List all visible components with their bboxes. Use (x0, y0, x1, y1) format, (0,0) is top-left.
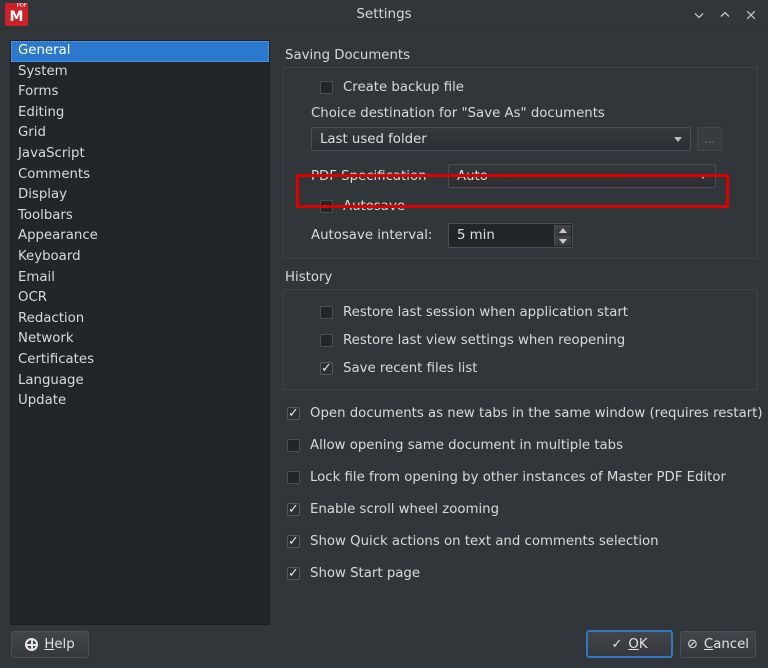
window-title: Settings (356, 6, 412, 22)
save-recent-files-label: Save recent files list (343, 361, 478, 376)
help-ring-icon (25, 638, 39, 651)
quick-actions-label: Show Quick actions on text and comments … (310, 534, 659, 549)
restore-last-session-label: Restore last session when application st… (343, 305, 629, 320)
scroll-wheel-zoom-checkbox[interactable] (287, 500, 300, 519)
lock-file-checkbox[interactable] (287, 471, 300, 484)
autosave-label: Autosave (343, 199, 405, 214)
pdf-specification-row: PDF Specification Auto (311, 164, 747, 188)
sidebar-item-comments[interactable]: Comments (11, 165, 269, 186)
scroll-wheel-zoom-row[interactable]: Enable scroll wheel zooming (287, 500, 758, 519)
close-icon[interactable] (738, 3, 764, 27)
sidebar-item-update[interactable]: Update (11, 391, 269, 412)
save-recent-files-checkbox[interactable] (320, 359, 333, 378)
cancel-circle-icon: ⊘ (687, 637, 698, 652)
sidebar-item-editing[interactable]: Editing (11, 103, 269, 124)
history-group: Restore last session when application st… (283, 289, 758, 390)
autosave-row[interactable]: Autosave (320, 199, 747, 214)
history-title: History (285, 270, 333, 285)
sidebar-item-language[interactable]: Language (11, 371, 269, 392)
general-settings-panel: Saving Documents Create backup file Choi… (283, 40, 763, 625)
sidebar-item-appearance[interactable]: Appearance (11, 226, 269, 247)
sidebar-item-javascript[interactable]: JavaScript (11, 144, 269, 165)
spinbox-down-icon[interactable] (555, 236, 571, 246)
lock-file-row[interactable]: Lock file from opening by other instance… (287, 470, 758, 485)
show-start-page-label: Show Start page (310, 566, 421, 581)
chevron-down-icon (699, 174, 707, 179)
spinbox-buttons[interactable] (554, 225, 571, 246)
sidebar-item-redaction[interactable]: Redaction (11, 309, 269, 330)
sidebar-item-forms[interactable]: Forms (11, 82, 269, 103)
title-bar: PDF M Settings (0, 0, 768, 29)
restore-last-view-label: Restore last view settings when reopenin… (343, 333, 626, 348)
settings-dialog: PDF M Settings General System Forms Edit… (0, 0, 768, 668)
create-backup-checkbox[interactable] (320, 81, 333, 94)
sidebar-item-display[interactable]: Display (11, 185, 269, 206)
open-docs-new-tabs-row[interactable]: Open documents as new tabs in the same w… (287, 404, 763, 423)
restore-last-view-row[interactable]: Restore last view settings when reopenin… (320, 333, 747, 348)
window-controls (686, 0, 764, 29)
sidebar-item-network[interactable]: Network (11, 329, 269, 350)
autosave-checkbox[interactable] (320, 200, 333, 213)
browse-button[interactable]: ... (697, 127, 722, 151)
scroll-wheel-zoom-label: Enable scroll wheel zooming (310, 502, 500, 517)
help-button-label: Help (44, 637, 75, 652)
sidebar-item-grid[interactable]: Grid (11, 123, 269, 144)
sidebar-item-email[interactable]: Email (11, 268, 269, 289)
ok-button-label: OK (628, 636, 648, 652)
autosave-interval-value: 5 min (457, 228, 495, 243)
cancel-button-label: Cancel (703, 637, 749, 652)
maximize-icon[interactable] (712, 3, 738, 27)
saving-documents-group: Create backup file Choice destination fo… (283, 67, 758, 259)
allow-same-doc-row[interactable]: Allow opening same document in multiple … (287, 438, 758, 453)
minimize-icon[interactable] (686, 3, 712, 27)
destination-combobox-value: Last used folder (320, 131, 427, 147)
lock-file-label: Lock file from opening by other instance… (310, 470, 727, 485)
settings-category-list[interactable]: General System Forms Editing Grid JavaSc… (10, 40, 270, 625)
spinbox-up-icon[interactable] (555, 225, 571, 236)
sidebar-item-toolbars[interactable]: Toolbars (11, 206, 269, 227)
autosave-interval-row: Autosave interval: 5 min (311, 223, 747, 248)
sidebar-item-system[interactable]: System (11, 62, 269, 83)
pdf-specification-combobox[interactable]: Auto (448, 164, 716, 188)
destination-row: Last used folder ... (311, 127, 747, 151)
restore-last-view-checkbox[interactable] (320, 334, 333, 347)
autosave-interval-spinbox[interactable]: 5 min (448, 223, 573, 248)
restore-last-session-checkbox[interactable] (320, 306, 333, 319)
chevron-down-icon (674, 137, 682, 142)
allow-same-doc-label: Allow opening same document in multiple … (310, 438, 624, 453)
allow-same-doc-checkbox[interactable] (287, 439, 300, 452)
open-docs-new-tabs-label: Open documents as new tabs in the same w… (310, 406, 763, 421)
restore-last-session-row[interactable]: Restore last session when application st… (320, 305, 747, 320)
quick-actions-checkbox[interactable] (287, 532, 300, 551)
ok-button[interactable]: ✓ OK (586, 630, 673, 658)
show-start-page-checkbox[interactable] (287, 564, 300, 583)
destination-combobox[interactable]: Last used folder (311, 127, 691, 151)
pdf-specification-label: PDF Specification (311, 168, 427, 184)
destination-label: Choice destination for "Save As" documen… (311, 106, 605, 121)
open-docs-new-tabs-checkbox[interactable] (287, 404, 300, 423)
pdf-specification-value: Auto (457, 168, 488, 184)
autosave-interval-label: Autosave interval: (311, 228, 433, 243)
cancel-button[interactable]: ⊘ Cancel (680, 631, 756, 658)
quick-actions-row[interactable]: Show Quick actions on text and comments … (287, 532, 758, 551)
check-icon: ✓ (611, 636, 623, 652)
save-recent-files-row[interactable]: Save recent files list (320, 359, 747, 378)
sidebar-item-ocr[interactable]: OCR (11, 288, 269, 309)
saving-documents-title: Saving Documents (285, 48, 411, 63)
sidebar-item-general[interactable]: General (11, 41, 269, 62)
sidebar-item-keyboard[interactable]: Keyboard (11, 247, 269, 268)
create-backup-row[interactable]: Create backup file (320, 80, 747, 95)
sidebar-item-certificates[interactable]: Certificates (11, 350, 269, 371)
help-button[interactable]: Help (11, 631, 89, 658)
show-start-page-row[interactable]: Show Start page (287, 564, 758, 583)
create-backup-label: Create backup file (343, 80, 464, 95)
